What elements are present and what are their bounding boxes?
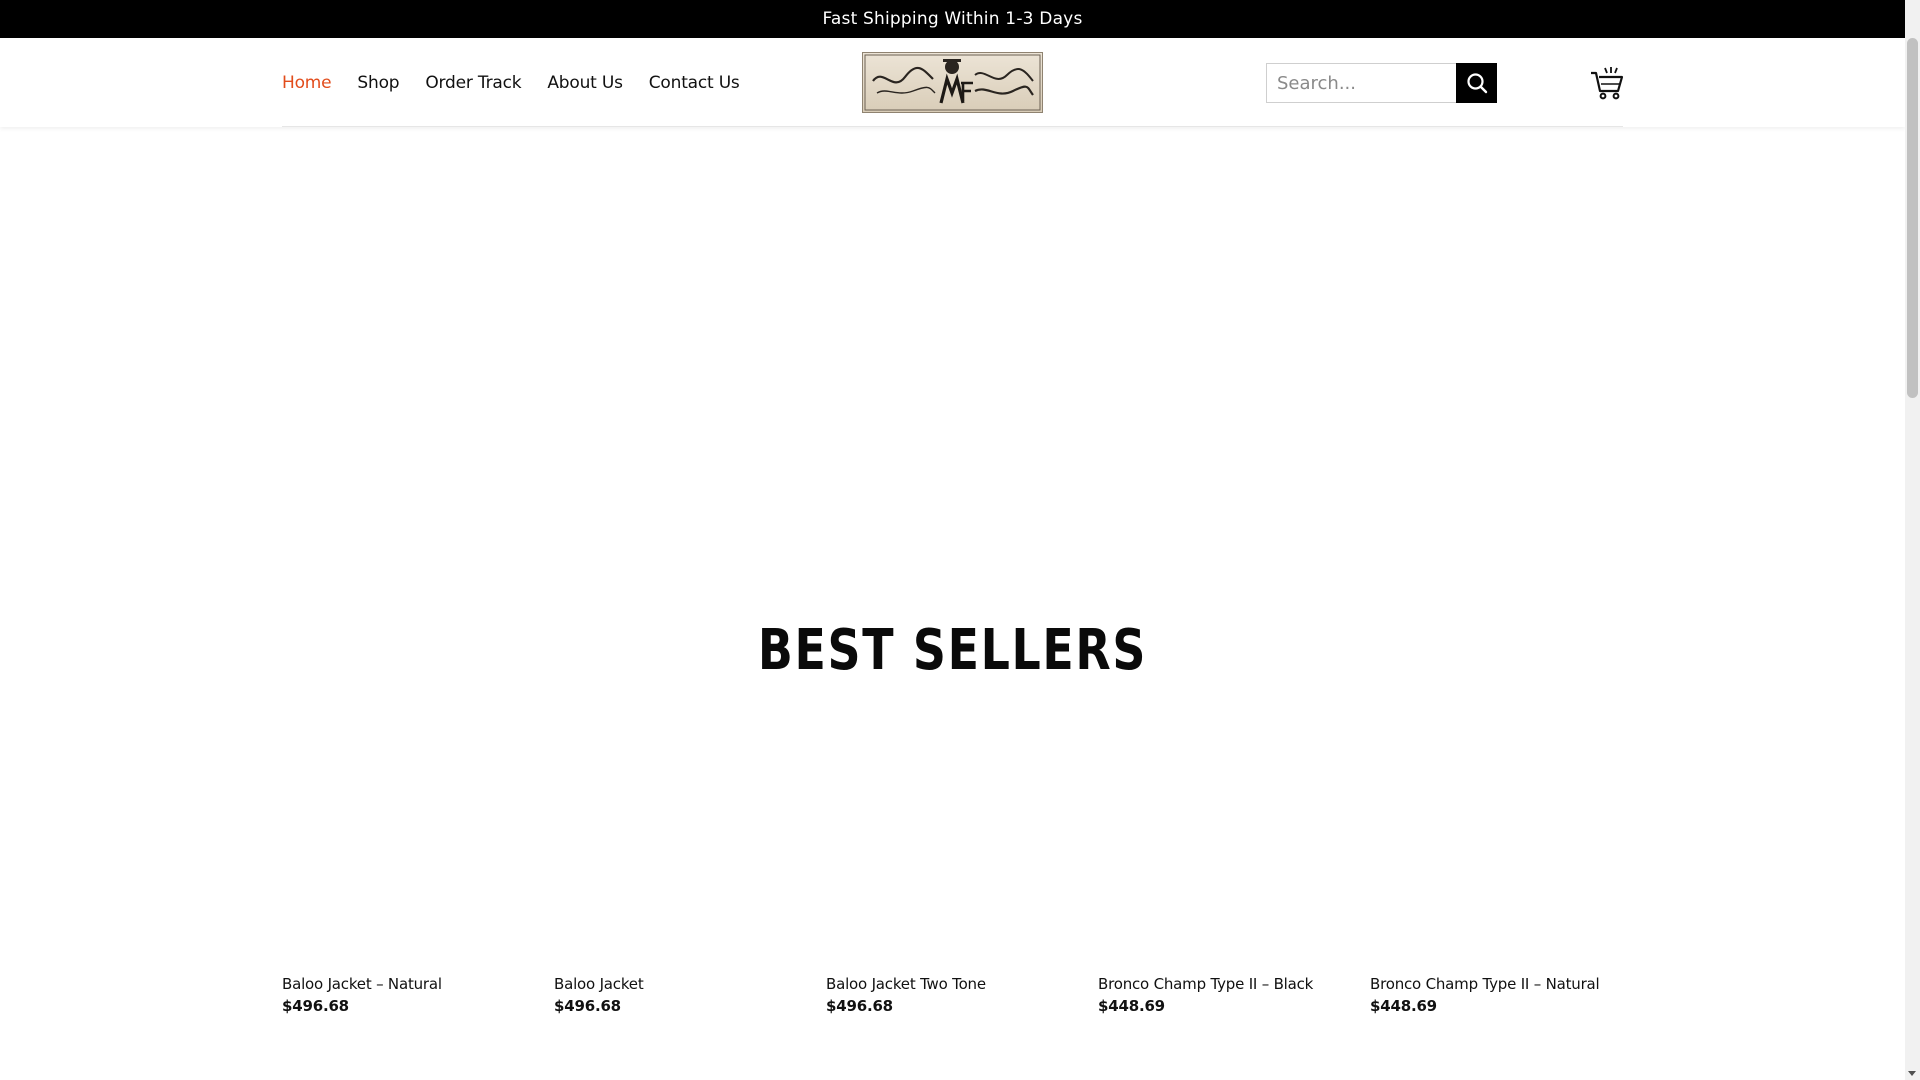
product-name[interactable]: Baloo Jacket Two Tone	[826, 975, 1076, 993]
cart-icon	[1591, 67, 1624, 100]
best-sellers-title: BEST SELLERS	[757, 618, 1148, 683]
product-image[interactable]	[826, 730, 1076, 970]
brand-logo-image	[864, 54, 1041, 111]
scroll-down-icon[interactable]	[1908, 1071, 1916, 1076]
product-name[interactable]: Baloo Jacket – Natural	[282, 975, 532, 993]
search-form	[1266, 63, 1497, 103]
header-divider	[282, 126, 1623, 127]
product-image[interactable]	[1098, 730, 1348, 970]
search-icon	[1466, 73, 1487, 94]
cart-button[interactable]	[1589, 64, 1625, 100]
product-image[interactable]	[554, 730, 804, 970]
announcement-bar: Fast Shipping Within 1-3 Days	[0, 0, 1905, 38]
product-name[interactable]: Bronco Champ Type II – Natural	[1370, 975, 1620, 993]
site-header: Home Shop Order Track About Us Contact U…	[0, 38, 1905, 127]
nav-item-about-us[interactable]: About Us	[547, 73, 623, 93]
nav-item-contact-us[interactable]: Contact Us	[649, 73, 740, 93]
product-name[interactable]: Baloo Jacket	[554, 975, 804, 993]
hero-banner	[282, 128, 1623, 568]
page-viewport: Fast Shipping Within 1-3 Days Home Shop …	[0, 0, 1905, 1080]
scrollbar-thumb[interactable]	[1907, 38, 1918, 398]
product-price: $496.68	[282, 997, 349, 1015]
product-card[interactable]: Baloo Jacket $496.68	[554, 730, 804, 1015]
product-card[interactable]: Baloo Jacket Two Tone $496.68	[826, 730, 1076, 1015]
nav-item-order-track[interactable]: Order Track	[425, 73, 521, 93]
brand-logo[interactable]	[862, 52, 1043, 113]
product-price: $448.69	[1370, 997, 1437, 1015]
product-price: $448.69	[1098, 997, 1165, 1015]
announcement-text: Fast Shipping Within 1-3 Days	[822, 9, 1083, 29]
product-card[interactable]: Bronco Champ Type II – Natural $448.69	[1370, 730, 1620, 1015]
best-sellers-grid: Baloo Jacket – Natural $496.68 Baloo Jac…	[282, 730, 1623, 1015]
nav-item-shop[interactable]: Shop	[357, 73, 399, 93]
product-price: $496.68	[554, 997, 621, 1015]
main-nav: Home Shop Order Track About Us Contact U…	[282, 38, 740, 127]
product-image[interactable]	[282, 730, 532, 970]
product-card[interactable]: Bronco Champ Type II – Black $448.69	[1098, 730, 1348, 1015]
search-button[interactable]	[1456, 63, 1497, 103]
product-price: $496.68	[826, 997, 893, 1015]
product-image[interactable]	[1370, 730, 1620, 970]
nav-item-home[interactable]: Home	[282, 73, 332, 93]
search-input[interactable]	[1266, 63, 1456, 103]
page-scrollbar[interactable]	[1905, 0, 1920, 1080]
product-name[interactable]: Bronco Champ Type II – Black	[1098, 975, 1348, 993]
product-card[interactable]: Baloo Jacket – Natural $496.68	[282, 730, 532, 1015]
